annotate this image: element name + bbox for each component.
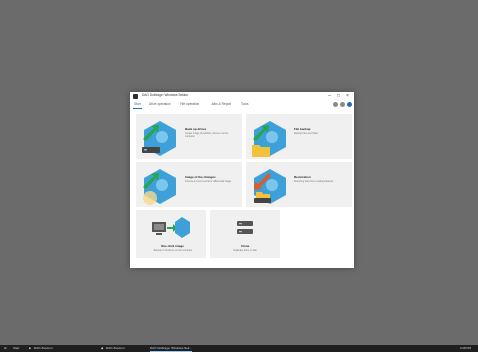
start-button[interactable]: Start [13,345,19,352]
backup-drive-icon [142,121,176,156]
tab-drive-operation[interactable]: Drive operation [149,102,171,106]
tile-title: Image of the changes [185,175,216,179]
taskbar-item-dolbrage[interactable]: DAO Dolbrage: Windows Sek... [150,345,192,352]
tile-clone[interactable]: Clone Duplicate drive or disk [210,210,280,258]
tab-start[interactable]: Start [134,102,141,106]
minimize-button[interactable]: – [326,93,333,100]
taskbar-clock: 4:28 PM [459,346,471,350]
tile-image-of-changes[interactable]: Image of the changes Choose an increment… [136,162,242,207]
taskbar-item-zivecon-2[interactable]: DAO ZiveCon [106,345,125,352]
incremental-image-icon [143,169,176,205]
tab-tools[interactable]: Tools [241,102,248,106]
tile-title: File backup [294,127,311,131]
app-window: DAO Dolbrage: Windows Sekkor – □ × Start… [130,92,354,268]
tile-file-backup[interactable]: File backup Backup files and folder [246,114,352,159]
one-click-image-icon [152,217,190,238]
taskbar-app-icon: ◆ [101,346,104,350]
tile-one-click-image[interactable]: One click image Backup of all drives on … [136,210,206,258]
help-icon[interactable] [340,102,345,107]
tile-description: Restoring data from existing backups [294,180,334,183]
tile-title: One click image [161,244,184,248]
maximize-button[interactable]: □ [335,93,342,100]
close-button[interactable]: × [344,93,351,100]
tile-description: Choose an incremental or differential im… [185,180,232,183]
title-bar: DAO Dolbrage: Windows Sekkor – □ × [130,92,354,101]
tab-file-operation[interactable]: File operation [180,102,199,106]
info-icon[interactable] [347,102,352,107]
clone-drive-icon [237,221,253,234]
restore-icon [254,169,286,204]
tile-title: Restoration [294,175,311,179]
active-tab-indicator [133,108,142,109]
tile-description: Create image of partition, drives or ent… [185,132,229,138]
windows-start-icon[interactable]: ⊞ [4,345,10,352]
tile-description: Backup of all drives on the computer [153,249,193,252]
tile-description: Backup files and folder [294,132,319,135]
app-logo-icon [133,94,138,99]
tile-restoration[interactable]: Restoration Restoring data from existing… [246,162,352,207]
tile-title: Clone [241,244,250,248]
taskbar: ⊞ Start ■ DAO ZiveCon ◆ DAO ZiveCon DAO … [0,345,478,352]
menu-bar: Start Drive operation File operation Job… [130,101,354,109]
file-backup-icon [252,121,286,157]
window-title: DAO Dolbrage: Windows Sekkor [142,93,189,97]
settings-icon[interactable] [333,102,338,107]
tile-description: Duplicate drive or disk [233,249,257,252]
tab-jobs-report[interactable]: Jobs & Report [211,102,231,106]
tile-back-up-drives[interactable]: Back up drives Create image of partition… [136,114,242,159]
taskbar-item-zivecon-1[interactable]: DAO ZiveCon [34,345,53,352]
taskbar-app-icon: ■ [29,346,31,350]
tile-title: Back up drives [185,127,207,131]
